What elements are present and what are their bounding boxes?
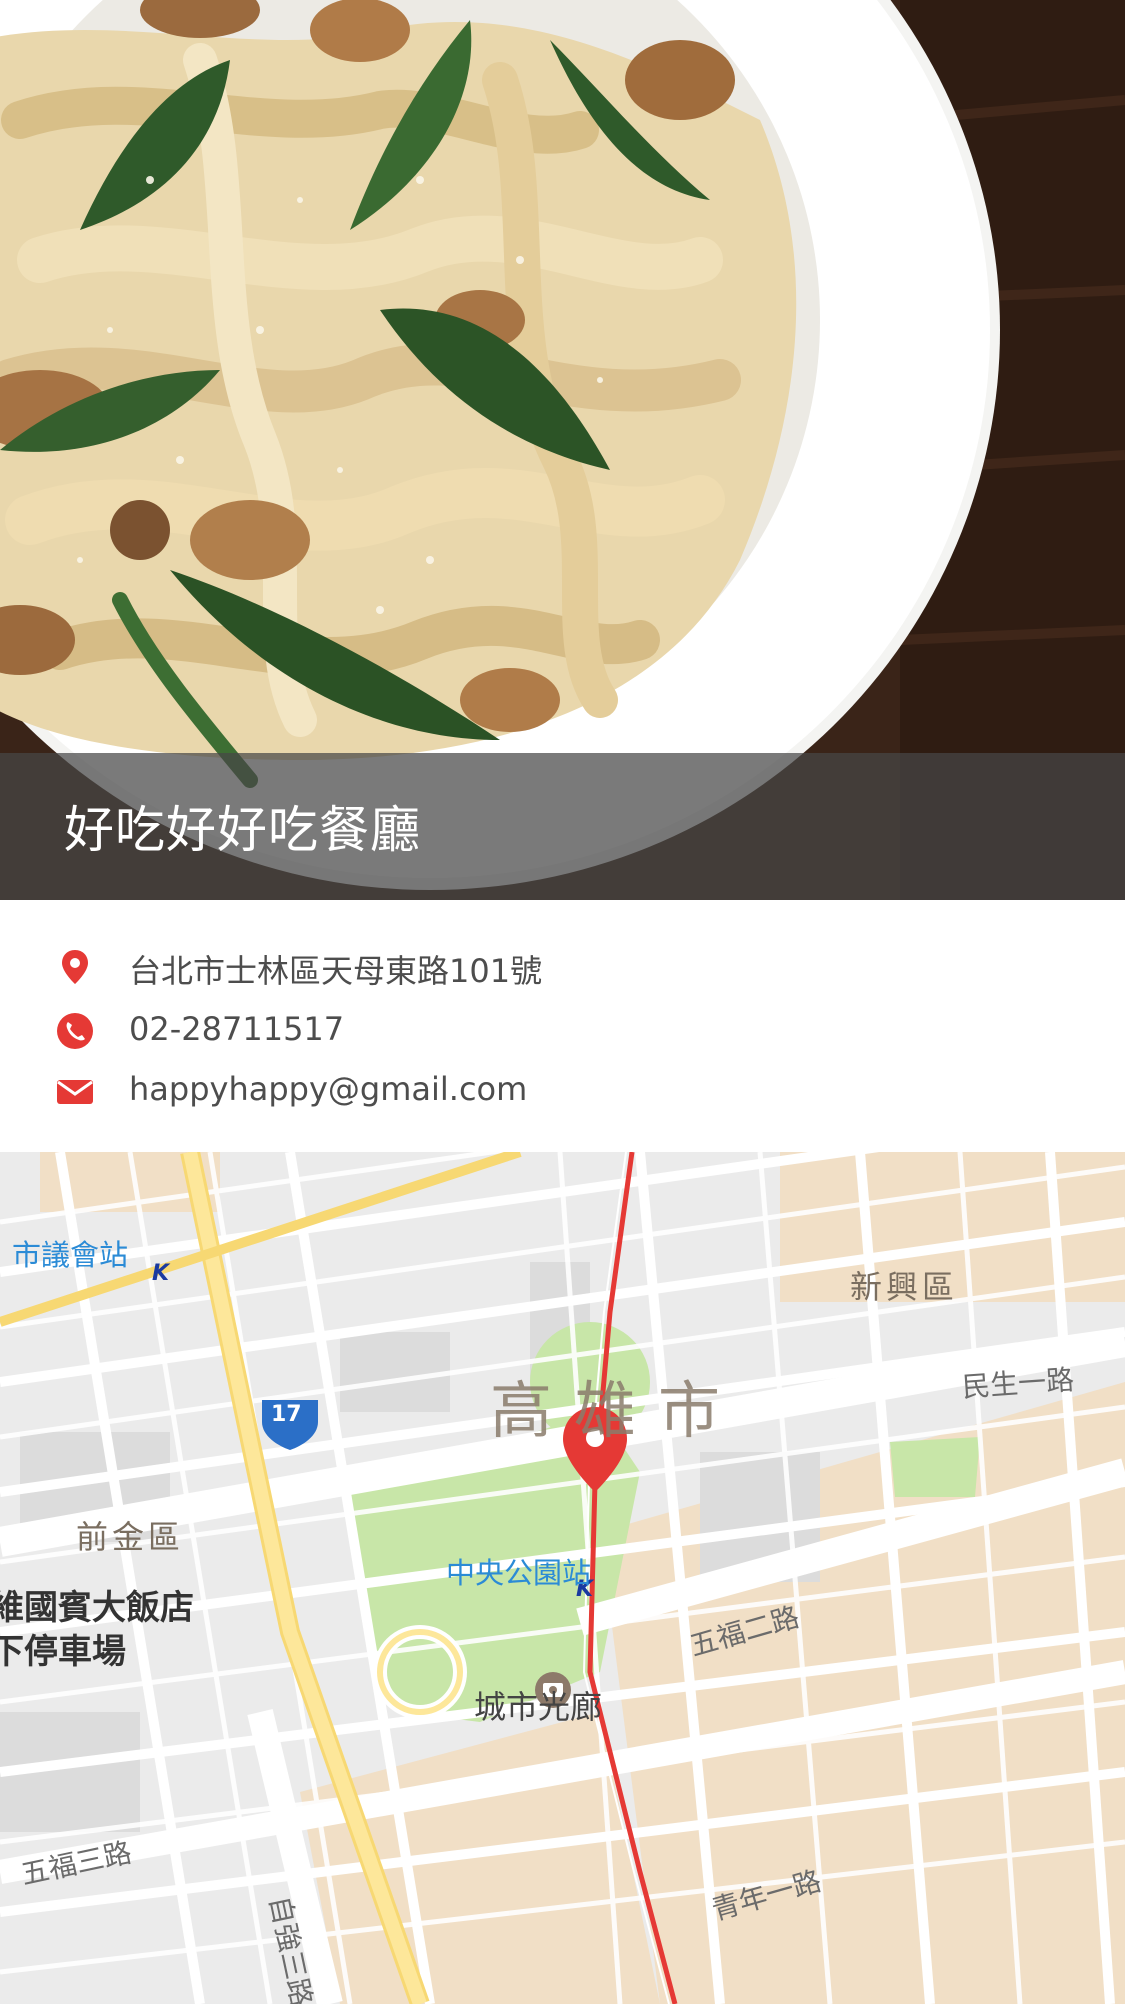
road-label-minsheng: 民生一路 bbox=[961, 1363, 1076, 1404]
station-label-central-park: 中央公園站 bbox=[446, 1556, 592, 1590]
phone-row[interactable]: 02-28711517 bbox=[0, 1000, 1125, 1060]
poi-hotel-line2: 下停車場 bbox=[0, 1632, 126, 1672]
map-pin-icon bbox=[62, 950, 88, 984]
location-map[interactable]: K K 市議會站 新興區 高雄市 民生一路 17 前金區 維國賓大飯店 下停車場… bbox=[0, 1152, 1125, 2004]
envelope-icon bbox=[57, 1080, 93, 1104]
email-row[interactable]: happyhappy@gmail.com bbox=[0, 1060, 1125, 1120]
hero-image: 好吃好好吃餐廳 bbox=[0, 0, 1125, 900]
phone-icon bbox=[57, 1013, 93, 1049]
district-label-qianjin: 前金區 bbox=[76, 1518, 185, 1556]
poi-city-gallery: 城市光廊 bbox=[474, 1688, 603, 1726]
restaurant-name: 好吃好好吃餐廳 bbox=[64, 801, 421, 859]
address-row[interactable]: 台北市士林區天母東路101號 bbox=[0, 936, 1125, 996]
phone-text: 02-28711517 bbox=[129, 1010, 345, 1048]
district-label-xinxing: 新興區 bbox=[850, 1268, 959, 1306]
address-text: 台北市士林區天母東路101號 bbox=[129, 952, 543, 990]
poi-hotel-line1: 維國賓大飯店 bbox=[0, 1588, 194, 1628]
email-text: happyhappy@gmail.com bbox=[129, 1070, 528, 1108]
svg-text:K: K bbox=[152, 1261, 171, 1286]
station-label-council: 市議會站 bbox=[12, 1238, 129, 1272]
city-label: 高雄市 bbox=[490, 1374, 743, 1447]
route-17-label: 17 bbox=[271, 1402, 302, 1427]
contact-info: 台北市士林區天母東路101號 02-28711517 happyhappy@gm… bbox=[0, 900, 1125, 1152]
